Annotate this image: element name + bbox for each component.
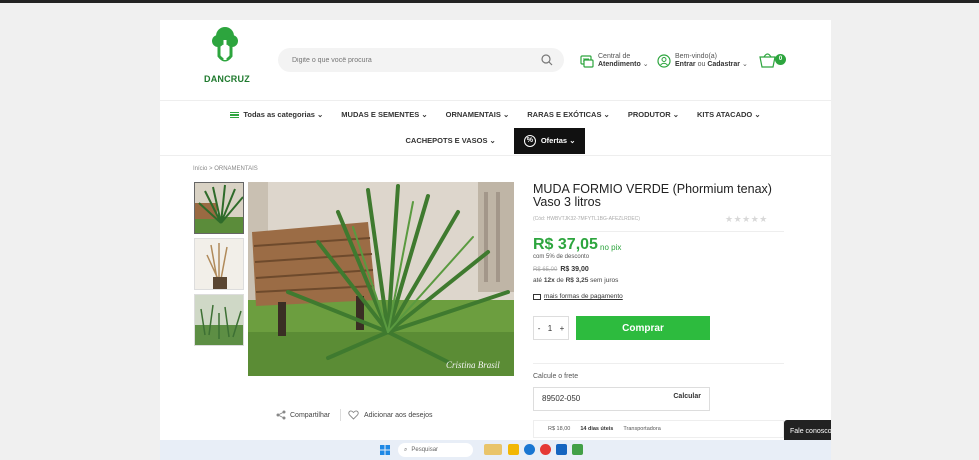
cep-field[interactable]: Calcular [533, 387, 710, 411]
calculate-button[interactable]: Calcular [673, 393, 701, 400]
edge-icon[interactable] [524, 444, 535, 455]
product-main-image[interactable]: Cristina Brasil [248, 182, 514, 376]
share-button[interactable]: Compartilhar [276, 410, 330, 420]
shipping-option[interactable]: R$ 18,00 14 dias úteis Transportadora [533, 420, 784, 438]
qty-value: 1 [547, 323, 553, 333]
taskbar-search-icon: ⌕ [404, 446, 408, 453]
rating-stars[interactable]: ★★★★★ [725, 214, 768, 225]
product-title: MUDA FORMIO VERDE (Phormium tenax) Vaso … [533, 182, 772, 209]
pix-price: R$ 37,05 [533, 236, 598, 253]
breadcrumb: Início > ORNAMENTAIS [193, 166, 258, 172]
pix-label: no pix [600, 243, 622, 252]
store-page: DANCRUZ Central de Atendimento ⌄ Bem-vi [160, 20, 831, 440]
header-divider [160, 100, 831, 101]
nav-produtor[interactable]: PRODUTOR ⌄ [628, 108, 679, 122]
freight-divider [533, 363, 784, 364]
taskbar-search[interactable]: ⌕ Pesquisar [398, 443, 473, 457]
support-icon [580, 55, 594, 68]
category-nav: Todas as categorias ⌄ MUDAS E SEMENTES ⌄… [160, 108, 831, 122]
support-link[interactable]: Central de Atendimento ⌄ [580, 52, 649, 70]
store-logo[interactable]: DANCRUZ [204, 26, 250, 86]
file-explorer-icon[interactable] [508, 444, 519, 455]
info-divider [533, 231, 784, 232]
search-icon[interactable] [540, 53, 554, 67]
news-widget-icon[interactable] [484, 444, 502, 455]
quantity-stepper[interactable]: - 1 + [533, 316, 569, 340]
nav-divider [160, 155, 831, 156]
wishlist-button[interactable]: Adicionar aos desejos [348, 410, 433, 420]
image-watermark: Cristina Brasil [446, 360, 500, 370]
product-thumbnail-2[interactable] [194, 238, 244, 290]
old-price: R$ 65,00 [533, 267, 558, 273]
chrome-icon[interactable] [540, 444, 551, 455]
actions-divider [340, 409, 341, 421]
nav-ornamentais[interactable]: ORNAMENTAIS ⌄ [446, 108, 510, 122]
share-icon [276, 410, 286, 420]
category-nav-row2: CACHEPOTS E VASOS ⌄ % Ofertas ⌄ [160, 128, 831, 154]
windows-icon[interactable] [380, 445, 390, 455]
heart-icon [348, 410, 359, 420]
cep-input[interactable] [542, 394, 642, 403]
account-menu[interactable]: Bem-vindo(a) Entrar ou Cadastrar ⌄ [657, 52, 748, 70]
logo-text: DANCRUZ [204, 74, 250, 84]
regular-price: R$ 39,00 [560, 266, 589, 273]
nav-mudas-sementes[interactable]: MUDAS E SEMENTES ⌄ [341, 108, 427, 122]
card-icon [533, 293, 541, 300]
search-input[interactable] [292, 53, 532, 67]
nav-raras-exoticas[interactable]: RARAS E EXÓTICAS ⌄ [527, 108, 610, 122]
nav-all-categories[interactable]: Todas as categorias ⌄ [230, 108, 323, 122]
app-icon[interactable] [572, 444, 583, 455]
menu-icon [230, 112, 240, 118]
product-thumbnail-3[interactable] [194, 294, 244, 346]
search-bar[interactable] [278, 48, 564, 72]
windows-taskbar: ⌕ Pesquisar [160, 440, 831, 460]
qty-increase[interactable]: + [560, 324, 565, 333]
breadcrumb-current[interactable]: ORNAMENTAIS [214, 166, 258, 172]
discount-icon: % [523, 135, 536, 147]
user-icon [657, 54, 671, 68]
nav-ofertas[interactable]: % Ofertas ⌄ [513, 128, 586, 154]
freight-label: Calcule o frete [533, 373, 579, 380]
nav-cachepots-vasos[interactable]: CACHEPOTS E VASOS ⌄ [406, 134, 496, 154]
product-code: (Cód: HWBVTJK32-7MFYTL1BG-AFEZLRDEC) [533, 216, 640, 222]
qty-decrease[interactable]: - [538, 324, 541, 333]
breadcrumb-home[interactable]: Início [193, 166, 207, 172]
product-thumbnail-1[interactable] [194, 182, 244, 234]
price-comparison: R$ 65,00 R$ 39,00 [533, 266, 589, 273]
cart-count-badge: 0 [775, 54, 786, 65]
discount-text: com 5% de desconto [533, 254, 590, 260]
login-link[interactable]: Entrar [675, 61, 696, 68]
store-icon[interactable] [556, 444, 567, 455]
support-text: Central de Atendimento ⌄ [598, 53, 649, 68]
account-text: Bem-vindo(a) Entrar ou Cadastrar ⌄ [675, 53, 748, 68]
nav-kits-atacado[interactable]: KITS ATACADO ⌄ [697, 108, 761, 122]
payment-options-link[interactable]: mais formas de pagamento [533, 293, 623, 300]
register-link[interactable]: Cadastrar [707, 61, 740, 68]
installments-text: até 12x de R$ 3,25 sem juros [533, 277, 619, 284]
buy-button[interactable]: Comprar [576, 316, 710, 340]
tree-logo-icon [212, 27, 238, 62]
